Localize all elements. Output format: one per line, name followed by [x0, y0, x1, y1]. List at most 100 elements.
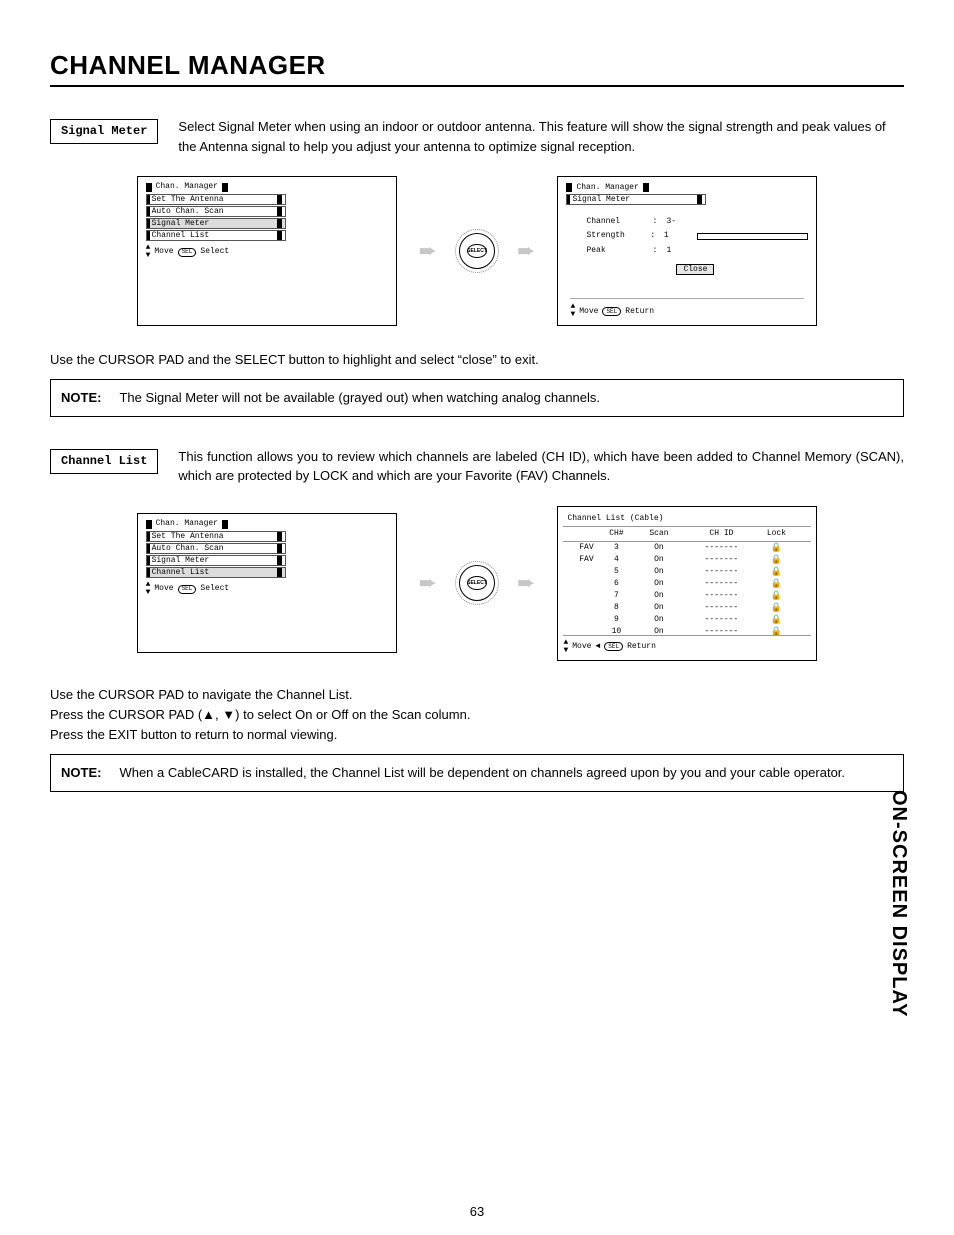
menu-header-icon	[222, 183, 228, 192]
sel-key-icon: SEL	[604, 642, 623, 651]
table-row[interactable]: FAV3On-------🔒	[563, 542, 811, 554]
menu-item-label: Auto Chan. Scan	[152, 544, 224, 554]
item-cap-icon	[277, 532, 282, 541]
lock-icon: 🔒	[756, 579, 796, 589]
cell-chid: -------	[686, 555, 756, 564]
menu-footer: ▲▼ Move SEL Select	[146, 244, 286, 260]
footer-select: Select	[200, 584, 229, 594]
col-ch: CH#	[601, 529, 631, 538]
signal-row: Strength:1	[586, 229, 808, 243]
colon: :	[652, 244, 666, 258]
menu-item[interactable]: Channel List	[146, 567, 286, 578]
footer-move: Move	[154, 584, 173, 594]
arrow-right-icon: ➨	[419, 570, 437, 596]
tv-menu-screen-1: Chan. Manager Set The AntennaAuto Chan. …	[137, 176, 397, 326]
menu-item[interactable]: Signal Meter	[146, 555, 286, 566]
cell-fav: FAV	[571, 543, 601, 552]
item-cap-icon	[277, 568, 282, 577]
note-label: NOTE:	[61, 388, 101, 408]
menu-header-text: Chan. Manager	[156, 519, 218, 529]
signal-row-label: Channel	[586, 215, 652, 229]
section-channel-list: Channel List This function allows you to…	[50, 447, 904, 486]
sel-key-icon: SEL	[602, 307, 621, 316]
table-row[interactable]: 5On-------🔒	[563, 566, 811, 578]
note-text-2: When a CableCARD is installed, the Chann…	[119, 763, 893, 783]
cell-scan: On	[631, 591, 686, 600]
footer-move: Move	[572, 642, 591, 651]
select-button-label: SELECT	[467, 244, 487, 258]
updown-icon: ▲▼	[570, 303, 575, 319]
footer-return: Return	[625, 307, 654, 316]
menu-header-icon	[643, 183, 649, 192]
table-row[interactable]: 9On-------🔒	[563, 614, 811, 626]
col-scan: Scan	[631, 529, 686, 538]
intro-signal-meter: Select Signal Meter when using an indoor…	[178, 117, 904, 156]
menu-item-label: Set The Antenna	[152, 195, 224, 205]
col-chid: CH ID	[686, 529, 756, 538]
cell-chid: -------	[686, 615, 756, 624]
table-row[interactable]: 8On-------🔒	[563, 602, 811, 614]
para-navigate: Use the CURSOR PAD to navigate the Chann…	[50, 686, 904, 704]
menu-item[interactable]: Set The Antenna	[146, 531, 286, 542]
cell-chid: -------	[686, 579, 756, 588]
page-number: 63	[0, 1204, 954, 1219]
strength-bar	[697, 233, 808, 240]
left-arrow-icon: ◄	[595, 642, 600, 651]
table-row[interactable]: 6On-------🔒	[563, 578, 811, 590]
note-text-1: The Signal Meter will not be available (…	[119, 388, 893, 408]
signal-row-value: 3-	[666, 215, 696, 229]
close-button[interactable]: Close	[676, 264, 714, 275]
para-scan: Press the CURSOR PAD (▲, ▼) to select On…	[50, 706, 904, 724]
menu-item[interactable]: Signal Meter	[146, 218, 286, 229]
figure-row-1: Chan. Manager Set The AntennaAuto Chan. …	[50, 176, 904, 326]
lock-icon: 🔒	[756, 555, 796, 565]
item-cap-icon	[277, 544, 282, 553]
menu-item-label: Set The Antenna	[152, 532, 224, 542]
item-cap-icon	[277, 219, 282, 228]
side-tab-label: ON-SCREEN DISPLAY	[887, 790, 910, 1017]
signal-row: Peak:1	[586, 244, 808, 258]
chlist-header-row: CH# Scan CH ID Lock	[563, 527, 811, 542]
menu-item[interactable]: Auto Chan. Scan	[146, 206, 286, 217]
lock-icon: 🔒	[756, 615, 796, 625]
cell-scan: On	[631, 555, 686, 564]
table-row[interactable]: 7On-------🔒	[563, 590, 811, 602]
signal-footer: ▲▼ Move SEL Return	[570, 298, 804, 319]
updown-icon: ▲▼	[146, 581, 151, 597]
footer-select: Select	[200, 247, 229, 257]
arrow-right-icon: ➨	[517, 238, 535, 264]
cell-chid: -------	[686, 603, 756, 612]
item-cap-icon	[277, 195, 282, 204]
note-box-2: NOTE: When a CableCARD is installed, the…	[50, 754, 904, 792]
select-button-label: SELECT	[467, 576, 487, 590]
cell-ch: 5	[601, 567, 631, 576]
menu-header-icon	[146, 520, 152, 529]
para-exit: Use the CURSOR PAD and the SELECT button…	[50, 351, 904, 369]
tv-menu-screen-2: Chan. Manager Set The Antenna Auto Chan. …	[137, 513, 397, 653]
arrow-right-icon: ➨	[517, 570, 535, 596]
cell-scan: On	[631, 615, 686, 624]
menu-footer: ▲▼ Move SEL Select	[146, 581, 286, 597]
menu-item-label: Channel List	[152, 568, 210, 578]
channel-list-screen: Channel List (Cable) CH# Scan CH ID Lock…	[557, 506, 817, 661]
signal-row-value: 1	[666, 244, 696, 258]
para-exit2: Press the EXIT button to return to norma…	[50, 726, 904, 744]
cell-ch: 7	[601, 591, 631, 600]
menu-header: Chan. Manager	[146, 182, 286, 192]
menu-item[interactable]: Auto Chan. Scan	[146, 543, 286, 554]
cell-scan: On	[631, 603, 686, 612]
cell-chid: -------	[686, 543, 756, 552]
menu-item[interactable]: Set The Antenna	[146, 194, 286, 205]
cell-scan: On	[631, 567, 686, 576]
table-row[interactable]: FAV4On-------🔒	[563, 554, 811, 566]
signal-row-label: Strength	[586, 229, 650, 243]
arrow-right-icon: ➨	[419, 238, 437, 264]
cell-chid: -------	[686, 567, 756, 576]
signal-header: Chan. Manager	[566, 183, 808, 192]
cell-ch: 9	[601, 615, 631, 624]
menu-header-icon	[222, 520, 228, 529]
label-signal-meter: Signal Meter	[50, 119, 158, 144]
menu-item-label: Signal Meter	[152, 219, 210, 229]
cell-ch: 4	[601, 555, 631, 564]
menu-item[interactable]: Channel List	[146, 230, 286, 241]
